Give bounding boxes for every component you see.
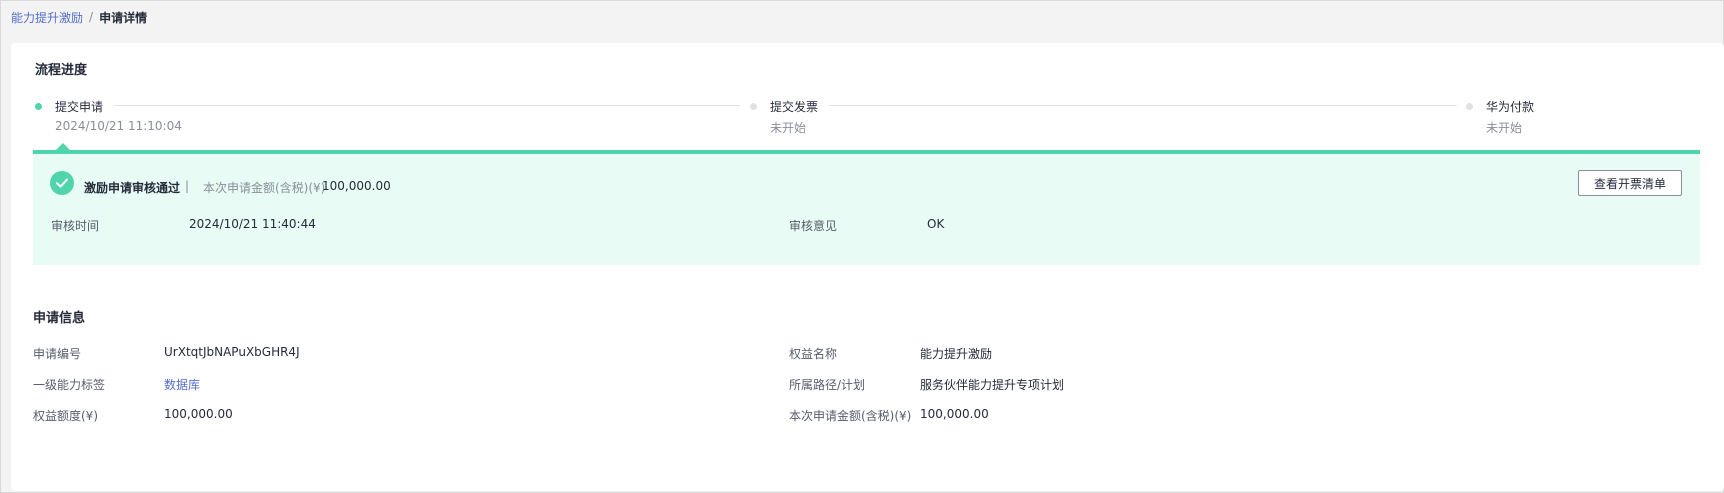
info-label-application-id: 申请编号 [33, 347, 82, 361]
approval-status-title: 激励申请审核通过 [84, 181, 181, 195]
amount-value: 100,000.00 [322, 179, 391, 193]
breadcrumb-current: 申请详情 [99, 10, 148, 25]
step-label-payment: 华为付款 [1486, 100, 1535, 114]
info-value-path-plan: 服务伙伴能力提升专项计划 [920, 378, 1065, 392]
info-label-benefit-quota: 权益额度(¥) [33, 409, 98, 423]
info-label-capability-tag: 一级能力标签 [33, 378, 106, 392]
info-value-benefit-quota: 100,000.00 [164, 407, 233, 421]
breadcrumb-link-parent[interactable]: 能力提升激励 [11, 9, 83, 26]
step-connector-2 [829, 105, 1457, 106]
check-circle-icon [50, 171, 74, 195]
step-status-submit-invoice: 未开始 [770, 121, 807, 135]
breadcrumb-separator: / [89, 10, 94, 24]
step-label-submit-application: 提交申请 [55, 100, 104, 114]
amount-label: 本次申请金额(含税)(¥) [203, 181, 326, 195]
review-opinion-value: OK [927, 217, 945, 231]
info-label-benefit-name: 权益名称 [789, 347, 838, 361]
review-time-label: 审核时间 [51, 219, 100, 233]
info-value-requested-amount: 100,000.00 [920, 407, 989, 421]
step-connector-1 [114, 105, 740, 106]
progress-title: 流程进度 [35, 63, 88, 78]
step-time-submit-application: 2024/10/21 11:10:04 [55, 119, 182, 133]
info-label-path-plan: 所属路径/计划 [789, 378, 866, 392]
application-info-title: 申请信息 [33, 311, 86, 326]
step-dot-payment [1466, 103, 1473, 110]
info-label-requested-amount: 本次申请金额(含税)(¥) [789, 409, 912, 423]
step-dot-invoice [750, 103, 757, 110]
step-status-payment: 未开始 [1486, 121, 1523, 135]
step-dot-submitted [35, 103, 42, 110]
step-label-submit-invoice: 提交发票 [770, 100, 819, 114]
view-invoice-list-button[interactable]: 查看开票清单 [1578, 170, 1682, 196]
breadcrumb: 能力提升激励 / 申请详情 [11, 7, 147, 27]
application-info-card: 申请信息 申请编号 UrXtqtJbNAPuXbGHR4J 权益名称 能力提升激… [11, 291, 1724, 491]
progress-card: 流程进度 提交申请 2024/10/21 11:10:04 提交发票 未开始 华… [11, 43, 1724, 301]
review-time-value: 2024/10/21 11:40:44 [189, 217, 316, 231]
info-value-capability-tag-link[interactable]: 数据库 [164, 376, 200, 393]
info-value-application-id: UrXtqtJbNAPuXbGHR4J [164, 345, 300, 359]
result-separator: | [185, 179, 190, 193]
info-value-benefit-name: 能力提升激励 [920, 347, 993, 361]
review-opinion-label: 审核意见 [789, 219, 838, 233]
approval-result-panel: 激励申请审核通过 | 本次申请金额(含税)(¥) 100,000.00 查看开票… [33, 150, 1700, 265]
